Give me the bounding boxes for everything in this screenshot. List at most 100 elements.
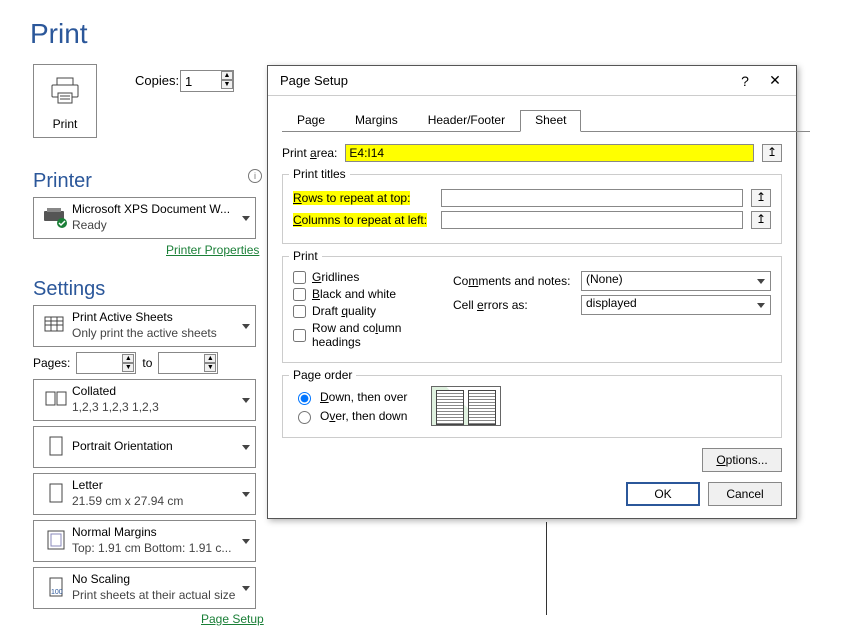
radio-over-down[interactable] bbox=[298, 411, 311, 424]
chevron-down-icon bbox=[242, 445, 250, 450]
page-title: Print bbox=[30, 18, 88, 50]
pages-from[interactable]: ▲▼ bbox=[76, 352, 136, 374]
setting-scale-sub: Print sheets at their actual size bbox=[72, 588, 237, 604]
setting-orientation[interactable]: Portrait Orientation bbox=[33, 426, 256, 468]
portrait-icon bbox=[40, 436, 72, 458]
setting-paper[interactable]: Letter21.59 cm x 27.94 cm bbox=[33, 473, 256, 515]
setting-scale[interactable]: 100 No ScalingPrint sheets at their actu… bbox=[33, 567, 256, 609]
range-select-icon[interactable]: ↥ bbox=[751, 189, 771, 207]
page-setup-link[interactable]: Page Setup bbox=[201, 612, 264, 626]
cancel-button[interactable]: Cancel bbox=[708, 482, 782, 506]
print-area-input[interactable] bbox=[345, 144, 754, 162]
page-setup-dialog: Page Setup ? ✕ Page Margins Header/Foote… bbox=[267, 65, 797, 519]
dialog-title: Page Setup bbox=[280, 73, 730, 88]
chk-bw-label: Black and white bbox=[312, 287, 396, 301]
range-select-icon[interactable]: ↥ bbox=[762, 144, 782, 162]
chevron-down-icon bbox=[242, 324, 250, 329]
errors-label: Cell errors as: bbox=[453, 298, 573, 312]
print-legend: Print bbox=[289, 249, 322, 263]
printer-select[interactable]: Microsoft XPS Document W... Ready bbox=[33, 197, 256, 239]
chevron-down-icon bbox=[242, 398, 250, 403]
setting-paper-sub: 21.59 cm x 27.94 cm bbox=[72, 494, 237, 510]
settings-heading: Settings bbox=[33, 278, 105, 301]
rows-repeat-label: Rows to repeat at top: bbox=[293, 191, 433, 205]
chevron-down-icon bbox=[757, 279, 765, 284]
printer-status-icon bbox=[40, 207, 72, 229]
chk-bw[interactable] bbox=[293, 288, 306, 301]
printer-heading: Printer bbox=[33, 170, 92, 193]
dialog-tabs: Page Margins Header/Footer Sheet bbox=[282, 110, 796, 132]
close-button[interactable]: ✕ bbox=[760, 72, 790, 89]
chevron-down-icon bbox=[242, 492, 250, 497]
sheets-icon bbox=[40, 316, 72, 336]
options-button[interactable]: Options... bbox=[702, 448, 782, 472]
tab-sheet[interactable]: Sheet bbox=[520, 110, 581, 132]
print-titles-legend: Print titles bbox=[289, 167, 350, 181]
pages-row: Pages: ▲▼ to ▲▼ bbox=[33, 352, 218, 374]
tab-headerfooter[interactable]: Header/Footer bbox=[413, 110, 520, 132]
setting-collate[interactable]: Collated1,2,3 1,2,3 1,2,3 bbox=[33, 379, 256, 421]
chk-draft-label: Draft quality bbox=[312, 304, 376, 318]
radio-over-down-label: Over, then down bbox=[320, 409, 407, 423]
setting-collate-sub: 1,2,3 1,2,3 1,2,3 bbox=[72, 400, 237, 416]
scale-icon: 100 bbox=[40, 577, 72, 599]
printer-properties-link[interactable]: Printer Properties bbox=[166, 243, 259, 257]
setting-margins[interactable]: Normal MarginsTop: 1.91 cm Bottom: 1.91 … bbox=[33, 520, 256, 562]
collate-icon bbox=[40, 390, 72, 410]
setting-margins-title: Normal Margins bbox=[72, 525, 237, 541]
comments-label: Comments and notes: bbox=[453, 274, 573, 288]
info-icon[interactable]: i bbox=[248, 169, 262, 183]
setting-margins-sub: Top: 1.91 cm Bottom: 1.91 c... bbox=[72, 541, 237, 557]
setting-orient-title: Portrait Orientation bbox=[72, 439, 237, 455]
setting-paper-title: Letter bbox=[72, 478, 237, 494]
ok-button[interactable]: OK bbox=[626, 482, 700, 506]
paper-icon bbox=[40, 483, 72, 505]
copies-spinner[interactable]: ▲▼ bbox=[221, 71, 233, 89]
comments-select[interactable]: (None) bbox=[581, 271, 771, 291]
setting-collate-title: Collated bbox=[72, 384, 237, 400]
print-button-label: Print bbox=[34, 117, 96, 131]
group-print-titles: Print titles Rows to repeat at top: ↥ Co… bbox=[282, 174, 782, 244]
range-select-icon[interactable]: ↥ bbox=[751, 211, 771, 229]
setting-what-to-print[interactable]: Print Active SheetsOnly print the active… bbox=[33, 305, 256, 347]
chk-gridlines-label: Gridlines bbox=[312, 270, 359, 284]
group-print: Print Gridlines Black and white Draft qu… bbox=[282, 256, 782, 363]
setting-what-sub: Only print the active sheets bbox=[72, 326, 237, 342]
cols-repeat-label: Columns to repeat at left: bbox=[293, 213, 433, 227]
print-button[interactable]: Print bbox=[33, 64, 97, 138]
radio-down-over-label: Down, then over bbox=[320, 390, 407, 404]
page-order-illustration bbox=[431, 386, 501, 426]
pages-to-label: to bbox=[142, 356, 152, 370]
setting-scale-title: No Scaling bbox=[72, 572, 237, 588]
page-order-legend: Page order bbox=[289, 368, 356, 382]
chk-gridlines[interactable] bbox=[293, 271, 306, 284]
chk-rowcol[interactable] bbox=[293, 329, 306, 342]
chk-draft[interactable] bbox=[293, 305, 306, 318]
preview-divider bbox=[546, 522, 547, 615]
chevron-down-icon bbox=[242, 216, 250, 221]
cols-repeat-input[interactable] bbox=[441, 211, 743, 229]
help-button[interactable]: ? bbox=[730, 73, 760, 89]
chevron-down-icon bbox=[757, 303, 765, 308]
copies-label: Copies: bbox=[135, 73, 179, 88]
pages-to[interactable]: ▲▼ bbox=[158, 352, 218, 374]
comments-value: (None) bbox=[586, 272, 623, 286]
dialog-titlebar: Page Setup ? ✕ bbox=[268, 66, 796, 96]
tab-margins[interactable]: Margins bbox=[340, 110, 413, 132]
svg-text:100: 100 bbox=[51, 589, 63, 596]
chevron-down-icon bbox=[242, 539, 250, 544]
errors-select[interactable]: displayed bbox=[581, 295, 771, 315]
radio-down-over[interactable] bbox=[298, 392, 311, 405]
errors-value: displayed bbox=[586, 296, 637, 310]
printer-icon bbox=[50, 77, 80, 105]
printer-status: Ready bbox=[72, 218, 237, 234]
tab-page[interactable]: Page bbox=[282, 110, 340, 132]
print-area-label: Print area: bbox=[282, 146, 337, 160]
chevron-down-icon bbox=[242, 586, 250, 591]
setting-what-title: Print Active Sheets bbox=[72, 310, 237, 326]
margins-icon bbox=[40, 530, 72, 552]
pages-label: Pages: bbox=[33, 356, 70, 370]
rows-repeat-input[interactable] bbox=[441, 189, 743, 207]
chk-rowcol-label: Row and column headings bbox=[312, 321, 429, 349]
printer-name: Microsoft XPS Document W... bbox=[72, 202, 237, 218]
